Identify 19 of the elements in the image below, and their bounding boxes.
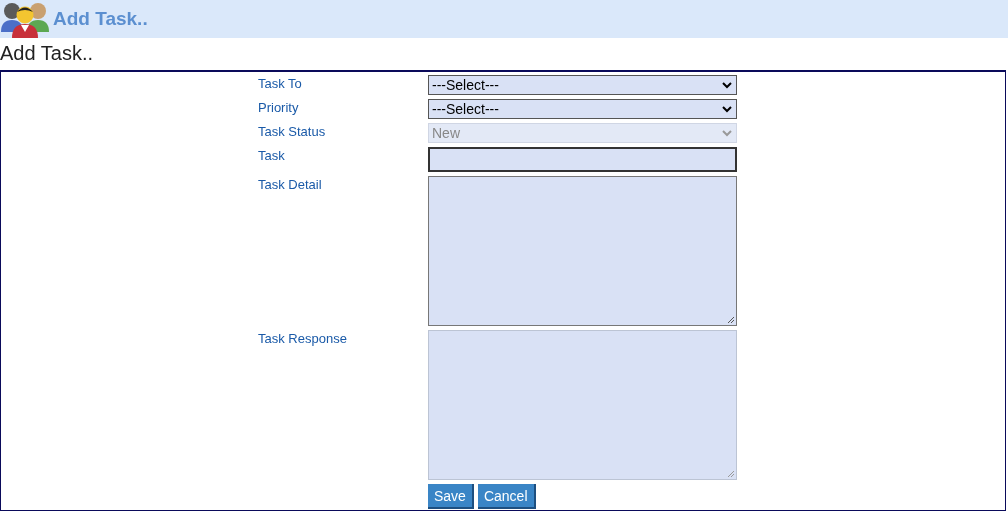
users-icon	[1, 0, 49, 38]
caret-icon	[722, 105, 732, 113]
field-label: Task	[258, 147, 286, 165]
page-title: Add Task..	[0, 41, 95, 66]
field-label: Task Status	[258, 123, 327, 141]
caret-icon	[722, 81, 732, 89]
input-field[interactable]	[428, 147, 737, 172]
form-button[interactable]: Save	[428, 484, 474, 509]
field-label: Task Detail	[258, 176, 323, 194]
field-label: Task To	[258, 75, 303, 93]
resize-grip-icon	[727, 316, 735, 324]
resize-grip-icon	[727, 470, 735, 478]
select-field[interactable]: ---Select---	[428, 75, 737, 95]
field-label: Task Response	[258, 330, 348, 348]
field-label: Priority	[258, 99, 300, 117]
form-button[interactable]: Cancel	[477, 484, 536, 509]
header-title: Add Task..	[53, 8, 148, 30]
caret-icon	[722, 129, 732, 137]
select-field[interactable]: ---Select---	[428, 99, 737, 119]
